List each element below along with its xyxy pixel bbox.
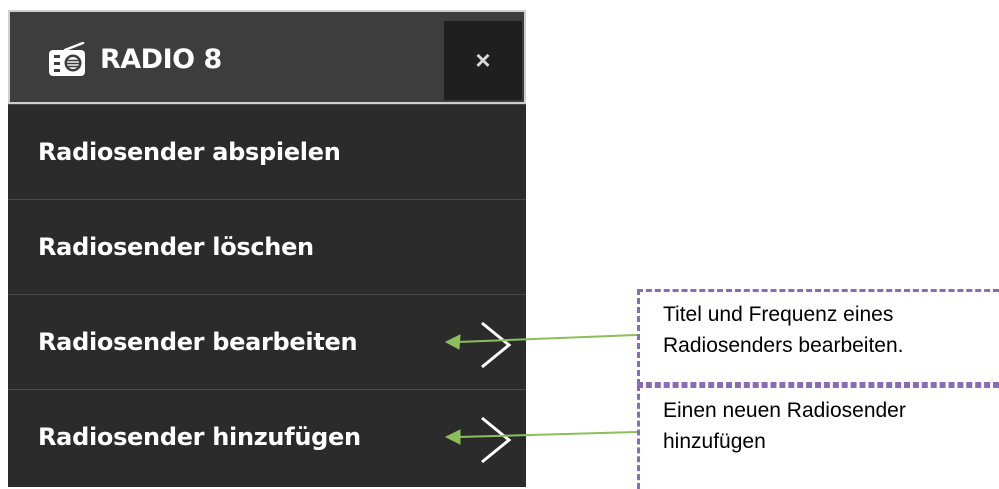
radio-menu: RADIO 8 × Radiosender abspielen Radiosen… bbox=[8, 10, 526, 487]
menu-item-edit[interactable]: Radiosender bearbeiten bbox=[8, 294, 526, 388]
menu-item-play[interactable]: Radiosender abspielen bbox=[8, 104, 526, 198]
menu-item-label: Radiosender löschen bbox=[38, 233, 314, 261]
menu-item-label: Radiosender abspielen bbox=[38, 138, 341, 166]
close-icon: × bbox=[475, 45, 491, 75]
menu-item-delete[interactable]: Radiosender löschen bbox=[8, 199, 526, 293]
menu-item-label: Radiosender bearbeiten bbox=[38, 328, 358, 356]
close-button[interactable]: × bbox=[444, 21, 522, 100]
menu-header: RADIO 8 × bbox=[8, 10, 526, 104]
callout-text: Radiosenders bearbeiten. bbox=[663, 334, 904, 357]
callout-add: Einen neuen Radiosender hinzufügen bbox=[637, 385, 999, 489]
menu-item-label: Radiosender hinzufügen bbox=[38, 423, 361, 451]
callout-edit: Titel und Frequenz eines Radiosenders be… bbox=[637, 289, 999, 385]
callout-text: hinzufügen bbox=[663, 430, 766, 453]
radio-icon bbox=[47, 41, 87, 78]
callout-text: Einen neuen Radiosender bbox=[663, 399, 906, 422]
callout-text: Titel und Frequenz eines bbox=[663, 303, 894, 326]
menu-item-add[interactable]: Radiosender hinzufügen bbox=[8, 389, 526, 483]
chevron-right-icon bbox=[478, 321, 514, 369]
chevron-right-icon bbox=[478, 416, 514, 464]
menu-title: RADIO 8 bbox=[100, 44, 222, 75]
